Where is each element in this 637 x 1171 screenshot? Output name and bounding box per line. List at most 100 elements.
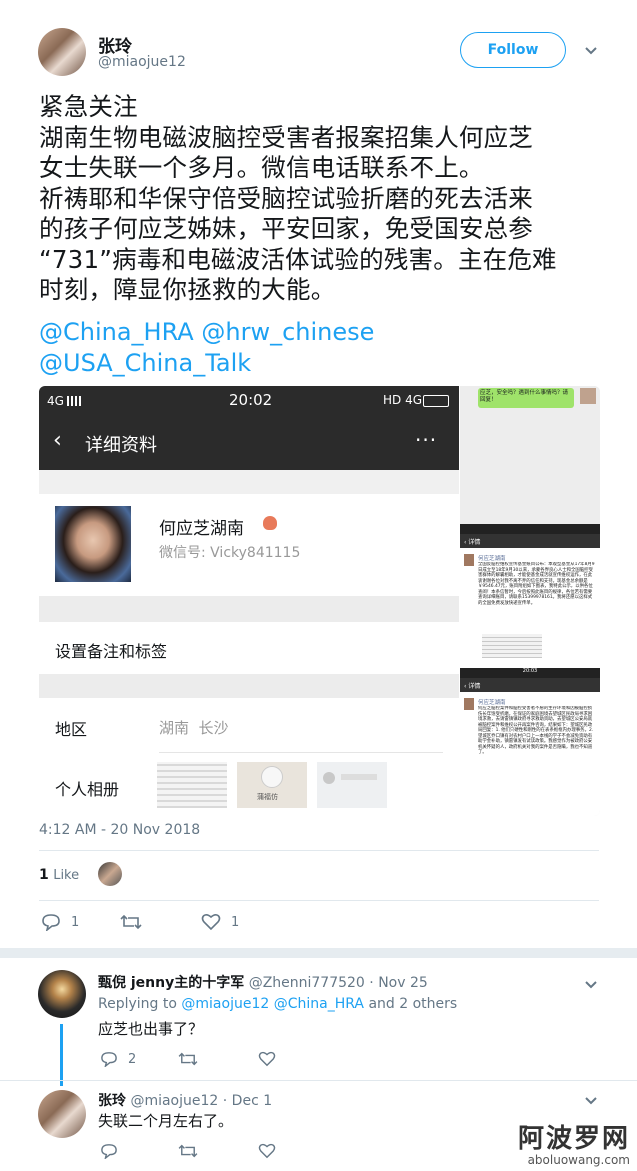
chat-panel: 应芝，安全吗？遇到什么事情吗？请回复！ xyxy=(460,386,600,524)
reply-date[interactable]: · Nov 25 xyxy=(369,975,428,991)
mention-link[interactable]: @USA_China_Talk xyxy=(39,349,251,377)
reply-author-handle[interactable]: @Zhenni777520 xyxy=(249,975,365,991)
reply-avatar[interactable] xyxy=(38,1090,86,1138)
retweet-action[interactable] xyxy=(178,1051,198,1067)
phone-nav-bar: ‹ 详细资料 ··· xyxy=(39,416,459,470)
retweet-icon xyxy=(178,1052,198,1066)
post-header: ‹ 详情 xyxy=(460,678,600,692)
thread-line xyxy=(60,1024,63,1086)
heart-icon xyxy=(201,913,221,931)
tweet-mentions: @China_HRA @hrw_chinese @USA_China_Talk xyxy=(39,317,599,378)
album-label: 个人相册 xyxy=(55,780,120,799)
signal-icon xyxy=(67,396,81,406)
back-arrow-icon: ‹ xyxy=(53,428,62,453)
post-panel-2: 20:03 ‹ 详情 何应芝湖南 何应芝脑控案件和脑控受害者不愿的生存环境和因被… xyxy=(460,668,600,816)
reply-count: 2 xyxy=(128,1051,137,1067)
heart-icon xyxy=(258,1143,276,1159)
post-text: 何应芝脑控案件和脑控受害者不愿的生存环境和因被脑控损伤长年饱受折磨，在保证的家庭… xyxy=(478,706,594,755)
reply-author-name[interactable]: 张玲 xyxy=(98,1093,126,1109)
reply-icon xyxy=(101,1144,117,1159)
tweet-image-wechat-profile[interactable]: 4G 20:02 HD 4G ‹ 详细资料 ··· 何应芝湖南 微信号: Vic… xyxy=(39,386,459,816)
carrier-label: 4G xyxy=(47,394,64,408)
post-header: ‹ 详情 xyxy=(460,534,600,548)
mention-link[interactable]: @miaojue12 xyxy=(181,996,269,1012)
status-right: HD 4G xyxy=(383,393,423,407)
reply-action[interactable]: 2 xyxy=(100,1051,136,1067)
phone-time: 20:03 xyxy=(522,668,538,674)
retweet-icon xyxy=(120,914,142,930)
reply-action[interactable] xyxy=(100,1143,118,1159)
author-avatar[interactable] xyxy=(38,28,86,76)
post-panel-1: ‹ 详情 何应芝湖南 全国反脑控维权宣传基金账目公布：本观型基金从17年8月9日… xyxy=(460,524,600,668)
like-action[interactable] xyxy=(258,1143,276,1159)
watermark-url: aboluowang.com xyxy=(527,1153,630,1167)
more-icon: ··· xyxy=(415,428,438,452)
battery-icon xyxy=(423,395,449,407)
liker-avatar[interactable] xyxy=(98,862,122,886)
wechat-id: 微信号: Vicky841115 xyxy=(159,545,301,561)
post-avatar xyxy=(464,698,474,710)
watermark-title: 阿波罗网 xyxy=(517,1124,630,1154)
contact-name: 何应芝湖南 xyxy=(159,519,244,539)
chat-bubble: 应芝，安全吗？遇到什么事情吗？请回复！ xyxy=(478,388,574,408)
author-handle[interactable]: @miaojue12 xyxy=(98,54,186,70)
likes-label: Like xyxy=(53,868,80,883)
chevron-down-icon[interactable] xyxy=(583,42,599,58)
retweet-icon xyxy=(178,1144,198,1158)
divider xyxy=(39,470,459,494)
likes-summary[interactable]: 1 Like xyxy=(39,867,79,883)
phone-status-bar: 20:03 xyxy=(460,668,600,678)
album-thumbnail xyxy=(157,762,227,808)
divider xyxy=(39,674,459,698)
retweet-action[interactable] xyxy=(120,913,152,931)
nav-title: 详细资料 xyxy=(85,435,157,456)
reply-icon xyxy=(101,1052,117,1067)
reply-header: 甄倪 jenny主的十字军 @Zhenni777520 · Nov 25 xyxy=(98,972,428,992)
reply-icon xyxy=(42,914,60,931)
post-avatar xyxy=(464,554,474,566)
mention-link[interactable]: @hrw_chinese xyxy=(201,318,374,346)
contact-avatar xyxy=(55,506,131,582)
chevron-down-icon[interactable] xyxy=(583,976,599,992)
heart-icon xyxy=(258,1051,276,1067)
chevron-down-icon[interactable] xyxy=(583,1092,599,1108)
reply-avatar[interactable] xyxy=(38,970,86,1018)
reply-header: 张玲 @miaojue12 · Dec 1 xyxy=(98,1090,272,1110)
divider xyxy=(0,1080,637,1081)
phone-time: 20:02 xyxy=(229,391,273,409)
divider xyxy=(39,850,599,851)
like-action[interactable] xyxy=(258,1051,276,1067)
tweet-text: 紧急关注 湖南生物电磁波脑控受害者报案招集人何应芝 女士失联一个多月。微信电话联… xyxy=(39,92,557,304)
phone-status-bar xyxy=(460,524,600,534)
mention-link[interactable]: @China_HRA xyxy=(274,996,364,1012)
tweet-timestamp[interactable]: 4:12 AM - 20 Nov 2018 xyxy=(39,822,200,838)
post-author: 何应芝湖南 xyxy=(478,556,506,562)
separator xyxy=(0,948,637,958)
like-action[interactable]: 1 xyxy=(201,913,239,931)
tweet-image-chat-posts[interactable]: 应芝，安全吗？遇到什么事情吗？请回复！ ‹ 详情 何应芝湖南 全国反脑控维权宣传… xyxy=(460,386,600,816)
post-header-title: 详情 xyxy=(468,683,481,690)
album-row: 个人相册 蒲福仿 xyxy=(39,754,459,816)
album-thumbnail: 蒲福仿 xyxy=(237,762,307,808)
region-row: 地区 湖南 长沙 xyxy=(39,698,459,754)
replying-to: Replying to @miaojue12 @China_HRA and 2 … xyxy=(98,996,457,1012)
replying-suffix[interactable]: and 2 others xyxy=(368,996,457,1012)
retweet-action[interactable] xyxy=(178,1143,198,1159)
reply-date[interactable]: · Dec 1 xyxy=(223,1093,272,1109)
reply-count: 1 xyxy=(71,914,80,930)
mention-link[interactable]: @China_HRA xyxy=(39,318,194,346)
likes-count: 1 xyxy=(39,867,49,883)
region-label: 地区 xyxy=(55,720,88,739)
reply-action[interactable]: 1 xyxy=(41,913,79,931)
divider xyxy=(39,900,599,901)
divider xyxy=(159,752,443,753)
reply-author-handle[interactable]: @miaojue12 xyxy=(130,1093,218,1109)
chat-avatar xyxy=(580,388,596,404)
post-header-title: 详情 xyxy=(468,539,481,546)
follow-button[interactable]: Follow xyxy=(460,32,566,68)
reply-author-name[interactable]: 甄倪 jenny主的十字军 xyxy=(98,975,244,991)
reply-text: 应芝也出事了？ xyxy=(98,1020,204,1038)
album-thumbnail xyxy=(317,762,387,808)
post-image xyxy=(482,634,542,658)
replying-prefix: Replying to xyxy=(98,996,177,1012)
